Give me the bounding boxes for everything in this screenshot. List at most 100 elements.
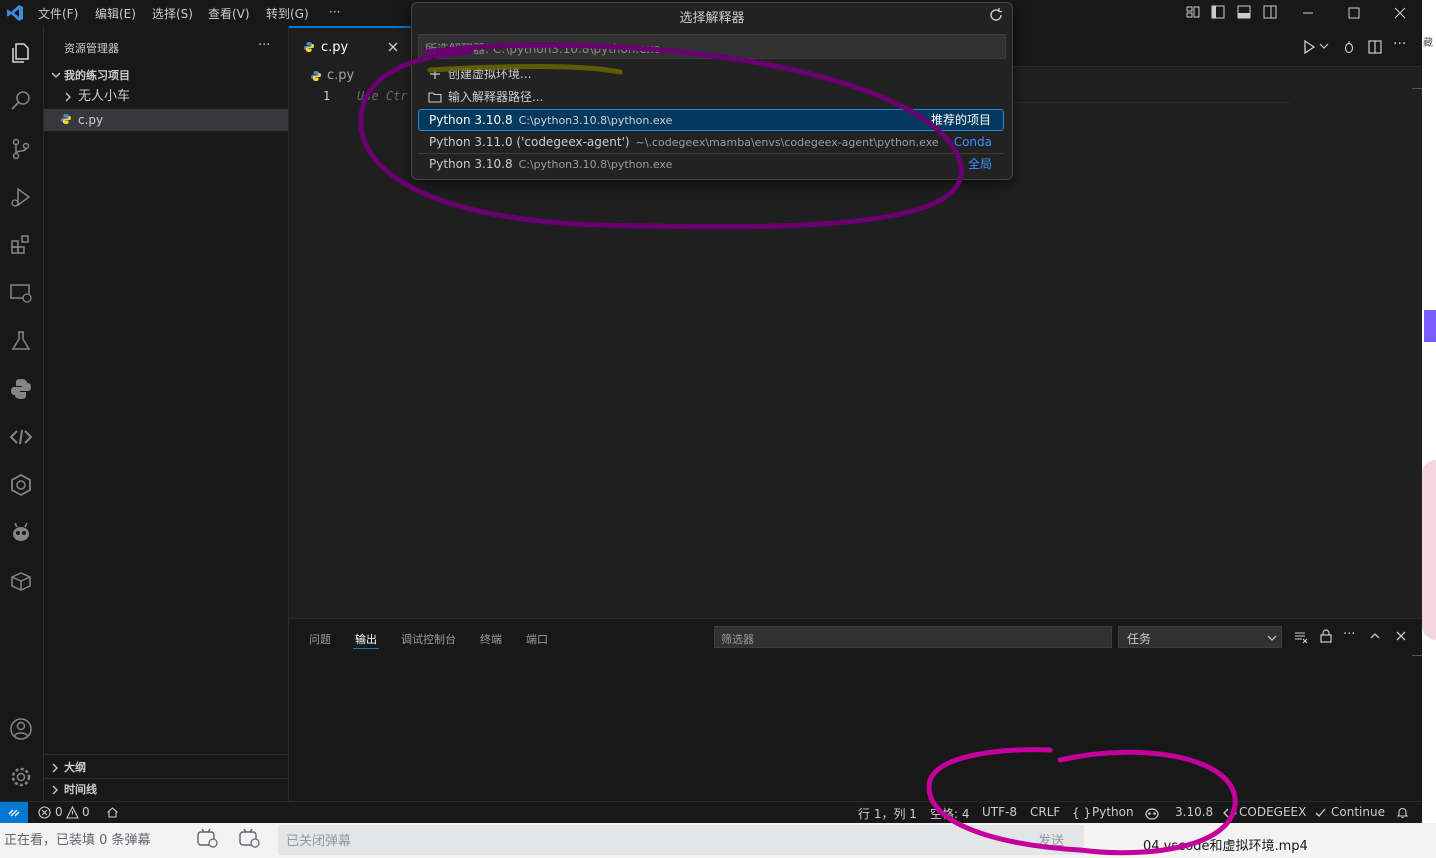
filter-input[interactable]: 筛选器 [714,626,1112,648]
minimize-icon[interactable] [1298,3,1318,23]
braces-icon: { } [1072,806,1092,820]
testing-icon[interactable] [8,328,34,354]
language-mode[interactable]: Python [1092,805,1134,819]
continue-status[interactable]: Continue [1331,805,1385,819]
interpreter-label: Python 3.11.0 ('codegeex-agent') [429,135,630,149]
copilot-agent-icon[interactable] [8,520,34,546]
tab-problems[interactable]: 问题 [309,631,331,647]
outline-section[interactable]: 大纲 [44,757,288,779]
copilot-icon[interactable] [1144,805,1160,821]
danmaku-toggle-icon[interactable] [196,828,218,848]
tab-debug-console[interactable]: 调试控制台 [401,631,456,647]
toggle-sidebar-icon[interactable] [1209,3,1229,23]
remote-indicator[interactable] [0,802,28,824]
python-interpreter-version[interactable]: 3.10.8 [1175,805,1213,819]
close-window-icon[interactable] [1390,3,1410,23]
menu-more[interactable]: ··· [329,5,340,19]
editor-hint: Use Ctr [357,89,408,103]
danmaku-input[interactable]: 已关闭弹幕 发送 [278,825,1084,855]
clear-output-icon[interactable] [1294,630,1308,644]
chevron-down-icon[interactable] [1319,41,1329,51]
python-icon[interactable] [8,376,34,402]
tree-item-folder[interactable]: 无人小车 [44,86,288,108]
tree-item-file[interactable]: c.py [44,109,288,131]
close-tab-icon[interactable] [387,41,399,53]
interpreter-search-input[interactable]: 所选解释器: C:\python3.10.8\python.exe [418,34,1006,59]
sidebar-more-button[interactable]: ··· [258,38,270,53]
lock-scroll-icon[interactable] [1319,629,1333,643]
timeline-section[interactable]: 时间线 [44,779,288,801]
toggle-panel-icon[interactable] [1235,3,1255,23]
indentation[interactable]: 空格: 4 [930,805,970,822]
bottom-panel: 问题 输出 调试控制台 终端 端口 筛选器 任务 ··· [289,618,1422,802]
tab-output[interactable]: 输出 [355,631,377,647]
extensions-icon[interactable] [8,232,34,258]
chevron-down-icon [1267,633,1277,643]
close-panel-icon[interactable] [1395,630,1407,642]
warning-icon[interactable] [66,806,79,819]
current-line-highlight [1012,102,1290,103]
encoding[interactable]: UTF-8 [982,805,1017,819]
error-icon[interactable] [38,806,51,819]
menu-file[interactable]: 文件(F) [38,5,78,22]
create-virtual-env-item[interactable]: 创建虚拟环境... [418,63,1004,85]
editor-more-button[interactable]: ··· [1393,36,1406,52]
enter-interpreter-path-item[interactable]: 输入解释器路径... [418,86,1004,108]
conda-badge: Conda [953,135,992,149]
interpreter-option[interactable]: Python 3.11.0 ('codegeex-agent') ~\.codeg… [418,131,1004,153]
video-title[interactable]: 04 vscode和虚拟环境.mp4 [1143,835,1308,854]
send-button[interactable]: 发送 [1038,830,1064,849]
cursor-position[interactable]: 行 1，列 1 [858,805,917,822]
home-icon[interactable] [106,806,119,819]
menu-goto[interactable]: 转到(G) [266,5,309,22]
right-edge-panel: 藏 [1422,0,1436,823]
output-channel-value: 任务 [1127,632,1152,646]
notifications-bell-icon[interactable] [1396,806,1409,819]
settings-gear-icon[interactable] [8,764,34,790]
source-control-icon[interactable] [8,136,34,162]
package-icon[interactable] [8,568,34,594]
tab-c-py[interactable]: c.py [289,26,411,67]
debug-icon[interactable] [1341,39,1357,55]
tab-terminal[interactable]: 终端 [480,631,502,647]
warning-count[interactable]: 0 [82,805,90,819]
danmaku-settings-icon[interactable] [238,828,260,848]
split-editor-icon[interactable] [1367,39,1383,55]
remote-explorer-icon[interactable] [8,280,34,306]
run-debug-icon[interactable] [8,184,34,210]
project-folder-row[interactable]: 我的练习项目 [44,65,288,87]
menu-view[interactable]: 查看(V) [208,5,250,22]
interpreter-path: ~\.codegeex\mamba\envs\codegeex-agent\py… [635,136,939,149]
error-count[interactable]: 0 [55,805,63,819]
python-file-icon [303,41,315,53]
codegeex-icon[interactable] [8,424,34,450]
run-python-icon[interactable] [1301,39,1317,55]
openai-icon[interactable] [8,472,34,498]
plus-icon [429,68,441,80]
panel-more-button[interactable]: ··· [1343,627,1355,642]
accounts-icon[interactable] [8,716,34,742]
project-name: 我的练习项目 [64,69,130,82]
sidebar-title: 资源管理器 [64,42,119,55]
side-tab[interactable] [1424,310,1436,342]
toggle-secondary-sidebar-icon[interactable] [1261,3,1281,23]
menu-select[interactable]: 选择(S) [152,5,193,22]
maximize-icon[interactable] [1344,3,1364,23]
video-player-bar: 正在看，已装填 0 条弹幕 已关闭弹幕 发送 04 vscode和虚拟环境.mp… [0,823,1436,858]
maximize-panel-icon[interactable] [1369,630,1381,642]
line-ending[interactable]: CRLF [1030,805,1060,819]
interpreter-option[interactable]: Python 3.10.8 C:\python3.10.8\python.exe … [418,153,1004,175]
breadcrumb[interactable]: c.py [327,68,354,83]
interpreter-option[interactable]: Python 3.10.8 C:\python3.10.8\python.exe … [418,109,1004,131]
menu-edit[interactable]: 编辑(E) [95,5,136,22]
codegeex-status-icon [1223,806,1237,820]
output-channel-select[interactable]: 任务 [1118,626,1282,648]
search-icon[interactable] [8,88,34,114]
interpreter-path: C:\python3.10.8\python.exe [518,158,673,171]
refresh-icon[interactable] [988,7,1004,23]
customize-layout-icon[interactable] [1184,3,1204,23]
codegeex-status[interactable]: CODEGEEX [1239,805,1306,819]
tab-ports[interactable]: 端口 [526,631,548,647]
explorer-icon[interactable] [8,40,34,66]
file-label: c.py [78,113,104,127]
